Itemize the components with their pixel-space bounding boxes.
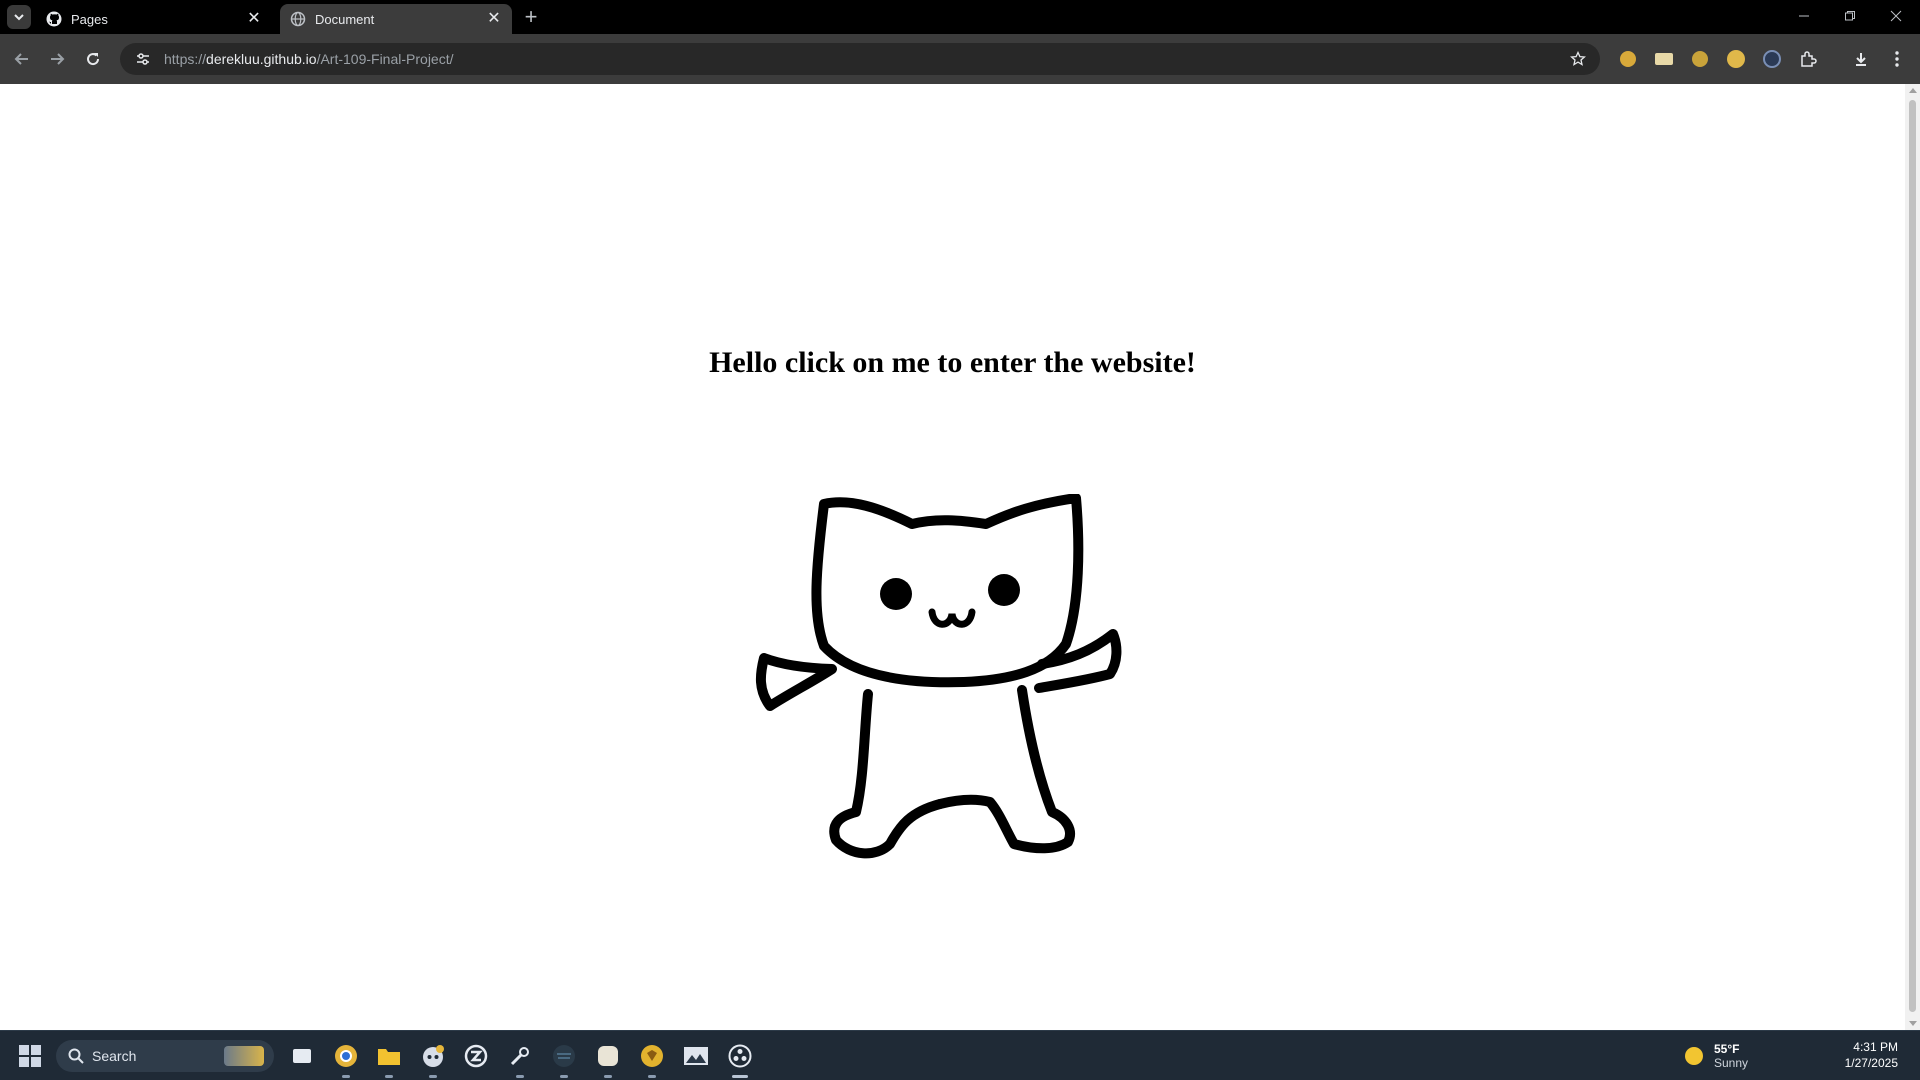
clock-time: 4:31 PM: [1853, 1040, 1898, 1054]
app-icon-3[interactable]: [636, 1040, 668, 1078]
search-highlight-icon: [224, 1046, 264, 1066]
close-icon[interactable]: ✕: [486, 11, 502, 27]
weather-widget[interactable]: 55°F Sunny: [1680, 1039, 1748, 1073]
page-viewport: Hello click on me to enter the website!: [0, 84, 1905, 1030]
page-scrollbar[interactable]: [1905, 84, 1920, 1030]
close-icon[interactable]: ✕: [246, 11, 262, 27]
running-indicator: [385, 1075, 393, 1078]
page-heading: Hello click on me to enter the website!: [709, 346, 1196, 379]
file-explorer-icon[interactable]: [373, 1040, 405, 1078]
tab-title: Document: [315, 11, 375, 27]
scroll-down-arrow-icon[interactable]: [1909, 1021, 1917, 1026]
extension-icon-2[interactable]: [1653, 48, 1675, 70]
url-text: https://derekluu.github.io/Art-109-Final…: [164, 51, 454, 67]
cat-image-link[interactable]: [750, 493, 1150, 874]
chevron-down-icon: [14, 14, 24, 21]
lol-client-icon[interactable]: [460, 1040, 492, 1072]
app-icon-2[interactable]: [592, 1040, 624, 1078]
steam-icon[interactable]: [504, 1040, 536, 1078]
minimize-icon[interactable]: [1782, 4, 1826, 28]
scrollbar-thumb[interactable]: [1909, 100, 1916, 1012]
tab-strip: Pages ✕ Document ✕ +: [0, 0, 1920, 34]
extension-icon-3[interactable]: [1689, 48, 1711, 70]
cat-drawing: [755, 493, 1122, 859]
chrome-icon[interactable]: [330, 1040, 362, 1078]
photos-icon[interactable]: [680, 1040, 712, 1072]
browser-toolbar: https://derekluu.github.io/Art-109-Final…: [0, 34, 1920, 84]
extension-icon-1[interactable]: [1617, 48, 1639, 70]
task-view-icon[interactable]: [286, 1040, 318, 1072]
clock-date: 1/27/2025: [1844, 1056, 1898, 1070]
discord-icon[interactable]: [417, 1040, 449, 1078]
address-bar[interactable]: https://derekluu.github.io/Art-109-Final…: [120, 43, 1600, 75]
reload-icon[interactable]: [81, 47, 105, 71]
back-arrow-icon[interactable]: [10, 47, 34, 71]
tab-document[interactable]: Document ✕: [280, 4, 512, 34]
github-icon: [46, 11, 62, 27]
running-indicator: [342, 1075, 350, 1078]
search-label: Search: [92, 1048, 137, 1064]
search-icon: [68, 1048, 84, 1064]
menu-kebab-icon[interactable]: [1886, 48, 1908, 70]
window-close-icon[interactable]: [1874, 4, 1918, 28]
bookmark-star-icon[interactable]: [1568, 49, 1588, 69]
extension-icon-5[interactable]: [1761, 48, 1783, 70]
system-clock[interactable]: 4:31 PM 1/27/2025: [1845, 1039, 1898, 1071]
restore-icon[interactable]: [1828, 4, 1872, 28]
tab-search-button[interactable]: [7, 5, 31, 29]
puzzle-icon[interactable]: [1797, 48, 1819, 70]
scroll-up-arrow-icon[interactable]: [1909, 88, 1917, 93]
running-indicator: [516, 1075, 524, 1078]
extension-icon-4[interactable]: [1725, 48, 1747, 70]
forward-arrow-icon[interactable]: [45, 47, 69, 71]
url-scheme: https://: [164, 51, 207, 67]
url-path: /Art-109-Final-Project/: [316, 51, 454, 67]
tab-title: Pages: [71, 11, 108, 27]
obs-icon[interactable]: [724, 1040, 756, 1078]
site-info-icon[interactable]: [132, 48, 154, 70]
sun-icon: [1685, 1047, 1703, 1065]
running-indicator: [560, 1075, 568, 1078]
new-tab-button[interactable]: +: [520, 6, 542, 28]
running-indicator: [429, 1075, 437, 1078]
running-indicator: [604, 1075, 612, 1078]
url-host: derekluu.github.io: [206, 51, 317, 67]
running-indicator: [732, 1075, 748, 1078]
weather-temp: 55°F: [1714, 1042, 1740, 1056]
cat-mouth: [928, 608, 976, 628]
running-indicator: [648, 1075, 656, 1078]
tab-pages[interactable]: Pages ✕: [36, 4, 272, 34]
windows-taskbar: Search 55°F Sunny 4:31 PM 1/27/2025: [0, 1030, 1920, 1080]
windows-start-icon[interactable]: [14, 1040, 46, 1072]
download-icon[interactable]: [1850, 48, 1872, 70]
cat-eye-left: [880, 578, 912, 610]
app-icon-1[interactable]: [548, 1040, 580, 1078]
cat-eye-right: [988, 574, 1020, 606]
weather-condition: Sunny: [1714, 1056, 1749, 1070]
taskbar-search-box[interactable]: Search: [56, 1040, 274, 1072]
globe-icon: [290, 11, 306, 27]
